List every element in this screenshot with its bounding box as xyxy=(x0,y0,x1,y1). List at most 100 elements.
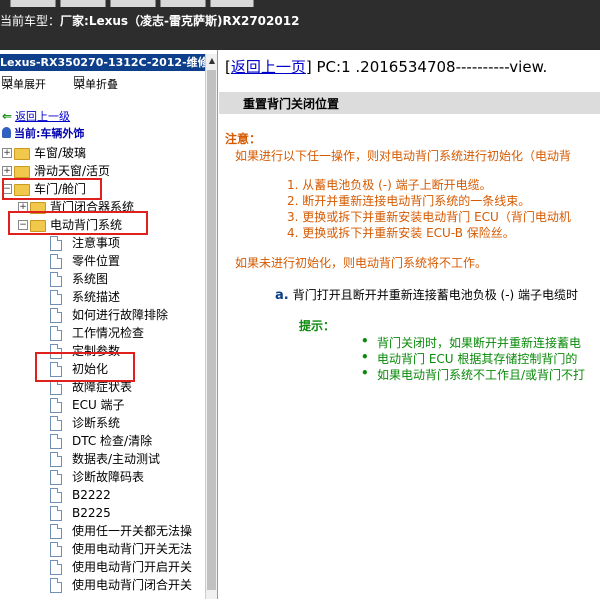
tree-item[interactable]: ECU 端子 xyxy=(0,396,205,414)
caution-step: 4. 更换或拆下并重新安装 ECU-B 保险丝。 xyxy=(287,226,515,240)
tree-item[interactable]: 使用电动背门闭合开关 xyxy=(0,576,205,594)
step-a-text: 背门打开且断开并重新连接蓄电池负极 (-) 端子电缆时 xyxy=(292,288,579,302)
tree-item-label: 如何进行故障排除 xyxy=(72,308,169,322)
document-icon xyxy=(50,488,62,503)
top-tab[interactable] xyxy=(110,0,156,7)
back-page-link[interactable]: 返回上一页 xyxy=(231,58,306,76)
step-a-letter: a. xyxy=(275,288,289,303)
pc-text: PC:1 .2016534708----------view. xyxy=(316,58,548,76)
tree-item-label: 使用电动背门闭合开关 xyxy=(72,578,193,592)
document-icon xyxy=(50,578,62,593)
tree-item-label: B2222 xyxy=(72,488,111,502)
tree-item[interactable]: 零件位置 xyxy=(0,252,205,270)
tree-item[interactable]: 使用任一开关都无法操 xyxy=(0,522,205,540)
content-header: [返回上一页] PC:1 .2016534708----------view. xyxy=(225,58,548,76)
hint-label: 提示： xyxy=(299,319,336,333)
tree-item[interactable]: 如何进行故障排除 xyxy=(0,306,205,324)
section-title: 重置背门关闭位置 xyxy=(243,97,340,111)
section-header: 重置背门关闭位置 xyxy=(219,92,600,114)
tree-item[interactable]: B2222 xyxy=(0,486,205,504)
folder-icon xyxy=(14,166,30,178)
car-label: 当前车型： xyxy=(0,14,61,28)
left-scrollbar[interactable]: ▲ xyxy=(205,54,217,599)
tree-item[interactable]: 工作情况检查 xyxy=(0,324,205,342)
scroll-up-icon[interactable]: ▲ xyxy=(206,54,217,68)
tree-item[interactable]: 诊断系统 xyxy=(0,414,205,432)
document-icon xyxy=(50,560,62,575)
current-location-label: 当前:车辆外饰 xyxy=(14,127,85,140)
hint-item: 背门关闭时，如果断开并重新连接蓄电 xyxy=(361,334,581,351)
document-icon xyxy=(50,524,62,539)
document-icon xyxy=(50,254,62,269)
document-icon xyxy=(50,326,62,341)
hint-item: 电动背门 ECU 根据其存储控制背门的 xyxy=(361,350,577,367)
top-header: 当前车型：厂家:Lexus（凌志-雷克萨斯)RX2702012 xyxy=(0,0,600,50)
document-icon xyxy=(50,470,62,485)
caution-step: 2. 断开并重新连接电动背门系统的一条线束。 xyxy=(287,194,531,208)
tree-item[interactable]: 诊断故障码表 xyxy=(0,468,205,486)
back-arrow-icon: ⇐ xyxy=(2,109,13,123)
highlight-box-power-backdoor xyxy=(8,211,148,235)
current-car-model: 当前车型：厂家:Lexus（凌志-雷克萨斯)RX2702012 xyxy=(0,12,299,29)
document-icon xyxy=(50,290,62,305)
tree-item-label: 诊断系统 xyxy=(72,416,121,430)
tree-item-label: 零件位置 xyxy=(72,254,121,268)
document-icon xyxy=(50,380,62,395)
top-tab[interactable] xyxy=(60,0,106,7)
expand-icon[interactable]: + xyxy=(2,166,12,176)
manual-title-bar: Lexus-RX350270-1312C-2012-维修 xyxy=(0,54,205,71)
tree-item[interactable]: B2225 xyxy=(0,504,205,522)
tree-item[interactable]: 使用电动背门开关无法 xyxy=(0,540,205,558)
car-value: 厂家:Lexus（凌志-雷克萨斯)RX2702012 xyxy=(60,14,300,28)
tree-item-label: 系统图 xyxy=(72,272,109,286)
caution-step: 3. 更换或拆下并重新安装电动背门 ECU（背门电动机 xyxy=(287,210,571,224)
tree-item-label: 使用任一开关都无法操 xyxy=(72,524,193,538)
document-icon xyxy=(50,416,62,431)
tree-item[interactable]: DTC 检查/清除 xyxy=(0,432,205,450)
back-up-level-link[interactable]: ⇐ 返回上一级 xyxy=(2,108,70,124)
tree-item[interactable]: 数据表/主动测试 xyxy=(0,450,205,468)
location-icon xyxy=(2,127,11,138)
document-icon xyxy=(50,434,62,449)
highlight-box-initialization xyxy=(35,352,135,382)
navigation-panel: Lexus-RX350270-1312C-2012-维修 菜单展开 菜单折叠 ⇐… xyxy=(0,50,218,599)
document-icon xyxy=(50,236,62,251)
document-icon xyxy=(50,398,62,413)
document-icon xyxy=(50,452,62,467)
document-icon xyxy=(50,506,62,521)
top-tab[interactable] xyxy=(10,0,56,7)
tree-item-label: 车窗/玻璃 xyxy=(34,146,87,160)
tree-item-label: 工作情况检查 xyxy=(72,326,145,340)
tree-item[interactable]: 系统图 xyxy=(0,270,205,288)
tree-item-label: 系统描述 xyxy=(72,290,121,304)
no-init-warning: 如果未进行初始化，则电动背门系统将不工作。 xyxy=(235,256,488,270)
tree-menu-bar: 菜单展开 菜单折叠 xyxy=(0,76,205,92)
scroll-thumb[interactable] xyxy=(207,70,216,590)
tree-item-label: DTC 检查/清除 xyxy=(72,434,153,448)
document-icon xyxy=(50,542,62,557)
current-location: 当前:车辆外饰 xyxy=(2,125,84,141)
document-icon xyxy=(50,272,62,287)
tree-item-label: B2225 xyxy=(72,506,111,520)
tree-item[interactable]: 注意事项 xyxy=(0,234,205,252)
highlight-box-doors xyxy=(2,178,102,200)
expand-all-label: 菜单展开 xyxy=(2,78,46,91)
tree-item-label: 使用电动背门开关无法 xyxy=(72,542,193,556)
tree-item-label: 诊断故障码表 xyxy=(72,470,145,484)
expand-icon[interactable]: + xyxy=(2,148,12,158)
caution-text: 如果进行以下任一操作，则对电动背门系统进行初始化（电动背 xyxy=(235,149,572,163)
tree-item-label: ECU 端子 xyxy=(72,398,125,412)
top-tab[interactable] xyxy=(160,0,206,7)
caution-step: 1. 从蓄电池负极 (-) 端子上断开电缆。 xyxy=(287,178,492,192)
tree-item[interactable]: 系统描述 xyxy=(0,288,205,306)
top-tab-strip xyxy=(0,0,600,7)
folder-icon xyxy=(14,148,30,160)
top-tab[interactable] xyxy=(210,0,254,7)
step-a: a. 背门打开且断开并重新连接蓄电池负极 (-) 端子电缆时 xyxy=(275,286,578,303)
tree-item[interactable]: + 车窗/玻璃 xyxy=(0,144,205,162)
document-icon xyxy=(50,308,62,323)
tree-item[interactable]: 使用电动背门开启开关 xyxy=(0,558,205,576)
tree-item-label: 数据表/主动测试 xyxy=(72,452,161,466)
tree-item-label: 使用电动背门开启开关 xyxy=(72,560,193,574)
caution-label: 注意： xyxy=(225,132,262,146)
